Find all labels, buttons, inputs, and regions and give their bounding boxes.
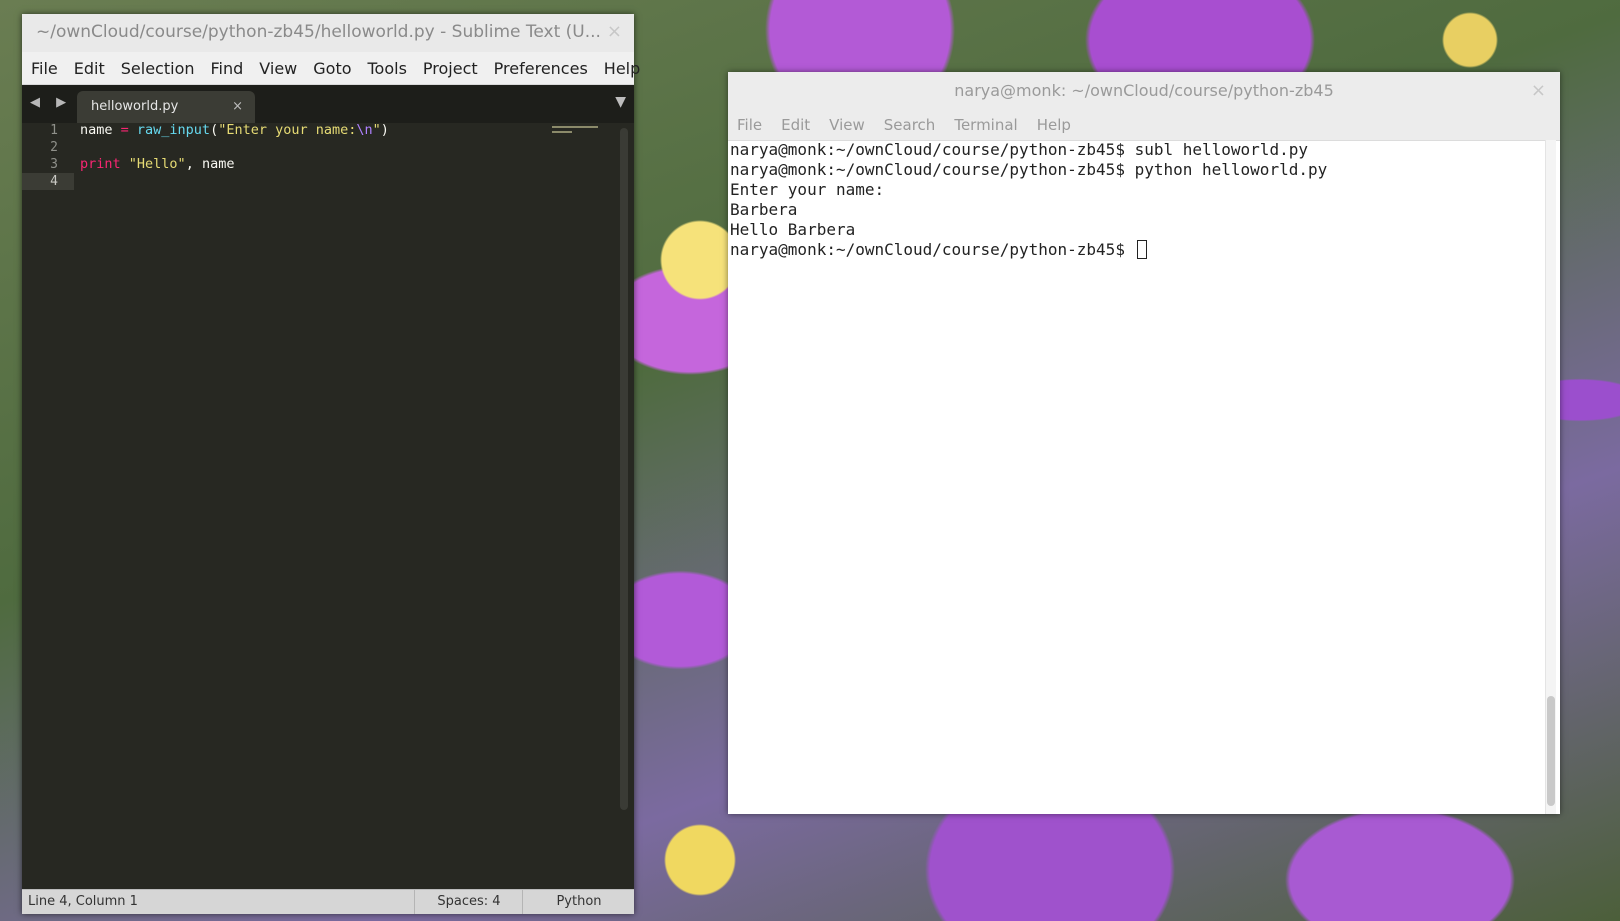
- menu-preferences[interactable]: Preferences: [494, 59, 588, 78]
- tab-close-icon[interactable]: ×: [232, 91, 243, 123]
- terminal-menu-help[interactable]: Help: [1037, 116, 1071, 134]
- tab-bar: ◀ ▶ helloworld.py × ▼: [22, 85, 634, 123]
- menu-help[interactable]: Help: [604, 59, 640, 78]
- terminal-menu-file[interactable]: File: [737, 116, 762, 134]
- terminal-menu-search[interactable]: Search: [884, 116, 936, 134]
- code-text[interactable]: name = raw_input("Enter your name:\n") p…: [80, 122, 389, 190]
- terminal-line: Hello Barbera: [730, 220, 856, 239]
- line-number-active: 4: [22, 173, 74, 190]
- terminal-output[interactable]: narya@monk:~/ownCloud/course/python-zb45…: [730, 140, 1540, 814]
- editor-scrollbar[interactable]: [620, 128, 628, 810]
- terminal-menu-view[interactable]: View: [829, 116, 865, 134]
- code-line-1: name = raw_input("Enter your name:\n"): [80, 122, 389, 138]
- terminal-scrollbar[interactable]: [1545, 140, 1556, 814]
- cursor-position: Line 4, Column 1: [28, 894, 138, 909]
- line-gutter: 1 2 3 4: [22, 122, 74, 190]
- terminal-prompt: narya@monk:~/ownCloud/course/python-zb45…: [730, 240, 1135, 259]
- menu-goto[interactable]: Goto: [313, 59, 351, 78]
- line-number: 1: [50, 123, 58, 138]
- terminal-line: narya@monk:~/ownCloud/course/python-zb45…: [730, 160, 1328, 179]
- tab-helloworld[interactable]: helloworld.py ×: [77, 91, 255, 123]
- line-number: 3: [50, 157, 58, 172]
- code-editor[interactable]: 1 2 3 4 name = raw_input("Enter your nam…: [22, 122, 634, 860]
- tab-dropdown-icon[interactable]: ▼: [615, 94, 626, 110]
- menu-tools[interactable]: Tools: [368, 59, 407, 78]
- terminal-titlebar[interactable]: narya@monk: ~/ownCloud/course/python-zb4…: [728, 72, 1560, 110]
- tab-label: helloworld.py: [91, 99, 179, 114]
- sublime-menubar: File Edit Selection Find View Goto Tools…: [22, 52, 640, 85]
- window-title: ~/ownCloud/course/python-zb45/helloworld…: [36, 22, 601, 42]
- terminal-prompt-line: narya@monk:~/ownCloud/course/python-zb45…: [730, 240, 1540, 260]
- close-icon[interactable]: ×: [607, 14, 622, 50]
- indentation-setting[interactable]: Spaces: 4: [414, 890, 523, 914]
- line-number: 2: [50, 140, 58, 155]
- terminal-scrollbar-thumb[interactable]: [1547, 696, 1555, 806]
- sublime-window: ~/ownCloud/course/python-zb45/helloworld…: [22, 14, 640, 914]
- sublime-titlebar[interactable]: ~/ownCloud/course/python-zb45/helloworld…: [22, 14, 634, 52]
- status-bar: Line 4, Column 1 Spaces: 4 Python: [22, 889, 634, 914]
- terminal-menu-terminal[interactable]: Terminal: [954, 116, 1017, 134]
- menu-project[interactable]: Project: [423, 59, 478, 78]
- menu-file[interactable]: File: [31, 59, 58, 78]
- terminal-menu-edit[interactable]: Edit: [781, 116, 810, 134]
- terminal-line: Barbera: [730, 200, 798, 219]
- terminal-window: narya@monk: ~/ownCloud/course/python-zb4…: [728, 72, 1560, 814]
- terminal-line: Enter your name:: [730, 180, 885, 199]
- terminal-menubar: File Edit View Search Terminal Help: [728, 110, 1560, 141]
- terminal-cursor: [1136, 240, 1147, 259]
- menu-selection[interactable]: Selection: [121, 59, 195, 78]
- tab-nav-arrows-icon[interactable]: ◀ ▶: [30, 95, 72, 110]
- terminal-line: narya@monk:~/ownCloud/course/python-zb45…: [730, 140, 1308, 159]
- code-line-3: print "Hello", name: [80, 156, 235, 172]
- menu-edit[interactable]: Edit: [74, 59, 105, 78]
- menu-find[interactable]: Find: [211, 59, 244, 78]
- menu-view[interactable]: View: [259, 59, 297, 78]
- syntax-selector[interactable]: Python: [522, 890, 635, 914]
- close-icon[interactable]: ×: [1531, 72, 1546, 110]
- terminal-title: narya@monk: ~/ownCloud/course/python-zb4…: [954, 81, 1334, 100]
- minimap[interactable]: [552, 126, 598, 133]
